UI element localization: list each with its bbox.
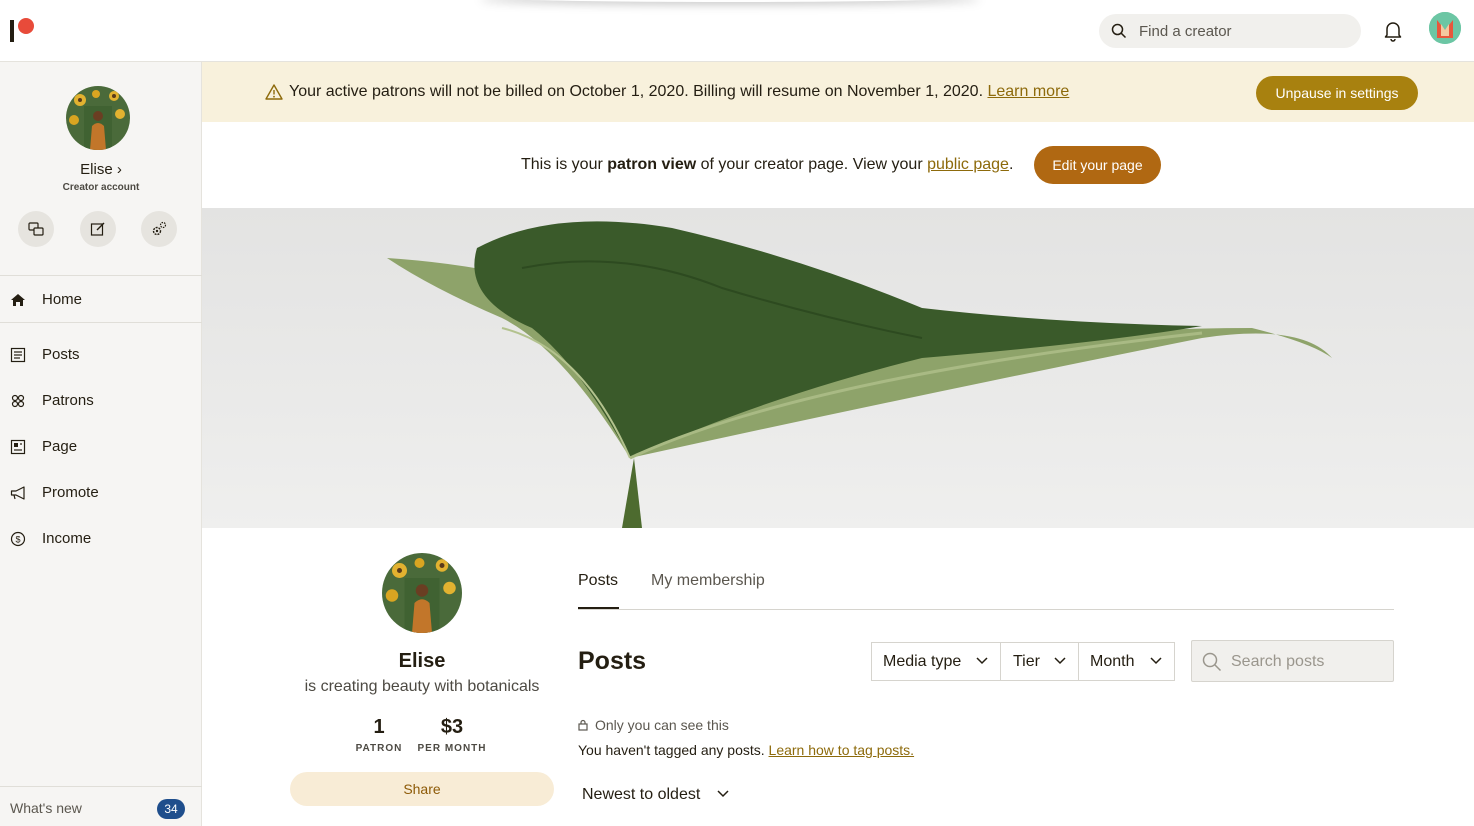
- sidebar-item-label: Home: [42, 291, 83, 308]
- sidebar-divider: [0, 786, 202, 787]
- creator-name: Elise: [398, 650, 446, 672]
- settings-button[interactable]: [141, 211, 177, 247]
- patron-count-label: PATRON: [355, 743, 403, 754]
- sidebar-item-label: Page: [42, 438, 78, 455]
- sidebar-item-income[interactable]: $ Income: [0, 519, 202, 559]
- only-you-note: Only you can see this: [595, 717, 729, 733]
- find-creator-input[interactable]: [1139, 21, 1339, 41]
- page-icon: [10, 439, 26, 455]
- popup-shadow: [480, 0, 980, 2]
- svg-text:$: $: [15, 535, 20, 545]
- billing-pause-banner: Your active patrons will not be billed o…: [202, 62, 1474, 122]
- monthly-price-label: PER MONTH: [417, 743, 487, 754]
- filter-label: Tier: [1013, 653, 1040, 670]
- sidebar-item-label: Patrons: [42, 392, 94, 409]
- sidebar-divider: [0, 275, 202, 276]
- banner-message: Your active patrons will not be billed o…: [289, 83, 1069, 101]
- leaf-illustration: [387, 221, 1332, 528]
- pv-suffix: .: [1008, 156, 1014, 173]
- pv-prefix: This is your: [521, 156, 608, 173]
- messages-button[interactable]: [18, 211, 54, 247]
- sidebar-divider: [0, 322, 202, 323]
- tab-posts[interactable]: Posts: [578, 572, 618, 590]
- top-bar: [0, 0, 1474, 62]
- media-type-filter[interactable]: Media type: [871, 642, 1001, 681]
- share-button[interactable]: Share: [290, 772, 554, 806]
- pv-bold: patron view: [607, 156, 697, 173]
- filter-label: Month: [1090, 653, 1135, 670]
- sidebar-item-label: Posts: [42, 346, 80, 363]
- learn-tag-posts-link[interactable]: Learn how to tag posts.: [769, 742, 915, 758]
- sidebar-item-posts[interactable]: Posts: [0, 335, 202, 375]
- search-posts[interactable]: [1191, 640, 1394, 682]
- patrons-icon: [10, 393, 26, 409]
- new-post-button[interactable]: [80, 211, 116, 247]
- patron-count: 1: [373, 716, 385, 738]
- tabs-divider: [578, 609, 1394, 610]
- learn-more-link[interactable]: Learn more: [987, 83, 1069, 100]
- banner-text: Your active patrons will not be billed o…: [289, 83, 984, 100]
- sort-dropdown[interactable]: Newest to oldest: [582, 786, 700, 804]
- home-icon: [10, 292, 26, 308]
- user-avatar[interactable]: [1429, 12, 1461, 44]
- sidebar-item-page[interactable]: Page: [0, 427, 202, 467]
- creator-description: is creating beauty with botanicals: [304, 678, 540, 695]
- edit-icon: [90, 222, 105, 236]
- filter-label: Media type: [883, 653, 962, 670]
- sidebar-profile-sub: Creator account: [62, 182, 140, 193]
- search-posts-input[interactable]: [1231, 652, 1381, 672]
- tier-filter[interactable]: Tier: [1000, 642, 1079, 681]
- lock-icon: [578, 719, 588, 731]
- sidebar-profile-name[interactable]: Elise ›: [0, 161, 202, 178]
- sidebar-item-label: Promote: [42, 484, 99, 501]
- search-icon: [1202, 652, 1222, 672]
- sidebar-item-home[interactable]: Home: [0, 280, 202, 320]
- profile-avatar: [382, 553, 462, 633]
- dollar-circle-icon: $: [10, 531, 26, 547]
- find-creator-search[interactable]: [1099, 14, 1361, 48]
- chevron-right-icon: ›: [116, 161, 122, 178]
- sidebar-item-label: Income: [42, 530, 92, 547]
- patron-view-notice: This is your patron view of your creator…: [521, 156, 1013, 174]
- whats-new-link[interactable]: What's new: [10, 800, 82, 816]
- search-icon: [1111, 23, 1127, 39]
- chat-icon: [28, 222, 44, 236]
- chevron-down-icon: [976, 657, 988, 665]
- posts-icon: [10, 347, 26, 363]
- bell-icon[interactable]: [1381, 18, 1405, 42]
- monthly-price: $3: [440, 716, 464, 738]
- chevron-down-icon: [1054, 657, 1066, 665]
- unpause-button[interactable]: Unpause in settings: [1256, 76, 1418, 110]
- sidebar-item-patrons[interactable]: Patrons: [0, 381, 202, 421]
- whats-new-badge: 34: [157, 799, 185, 819]
- active-tab-indicator: [578, 607, 619, 609]
- megaphone-icon: [10, 485, 26, 501]
- sidebar-profile-name-text: Elise: [80, 161, 113, 178]
- patreon-logo[interactable]: [10, 18, 36, 42]
- chevron-down-icon: [1150, 657, 1162, 665]
- edit-page-button[interactable]: Edit your page: [1034, 146, 1161, 184]
- month-filter[interactable]: Month: [1078, 642, 1175, 681]
- chevron-down-icon[interactable]: [717, 790, 729, 798]
- pv-middle: of your creator page. View your: [696, 156, 928, 173]
- public-page-link[interactable]: public page: [927, 156, 1009, 173]
- warning-icon: [265, 84, 283, 100]
- gear-icon: [152, 221, 167, 236]
- posts-heading: Posts: [578, 647, 647, 675]
- tab-my-membership[interactable]: My membership: [651, 572, 765, 590]
- sidebar: Elise › Creator account Home Posts Patro…: [0, 62, 202, 826]
- cover-image: [202, 208, 1474, 528]
- untagged-text: You haven't tagged any posts.: [578, 742, 765, 758]
- sidebar-avatar[interactable]: [66, 86, 130, 150]
- untagged-notice: You haven't tagged any posts. Learn how …: [578, 742, 914, 758]
- sidebar-item-promote[interactable]: Promote: [0, 473, 202, 513]
